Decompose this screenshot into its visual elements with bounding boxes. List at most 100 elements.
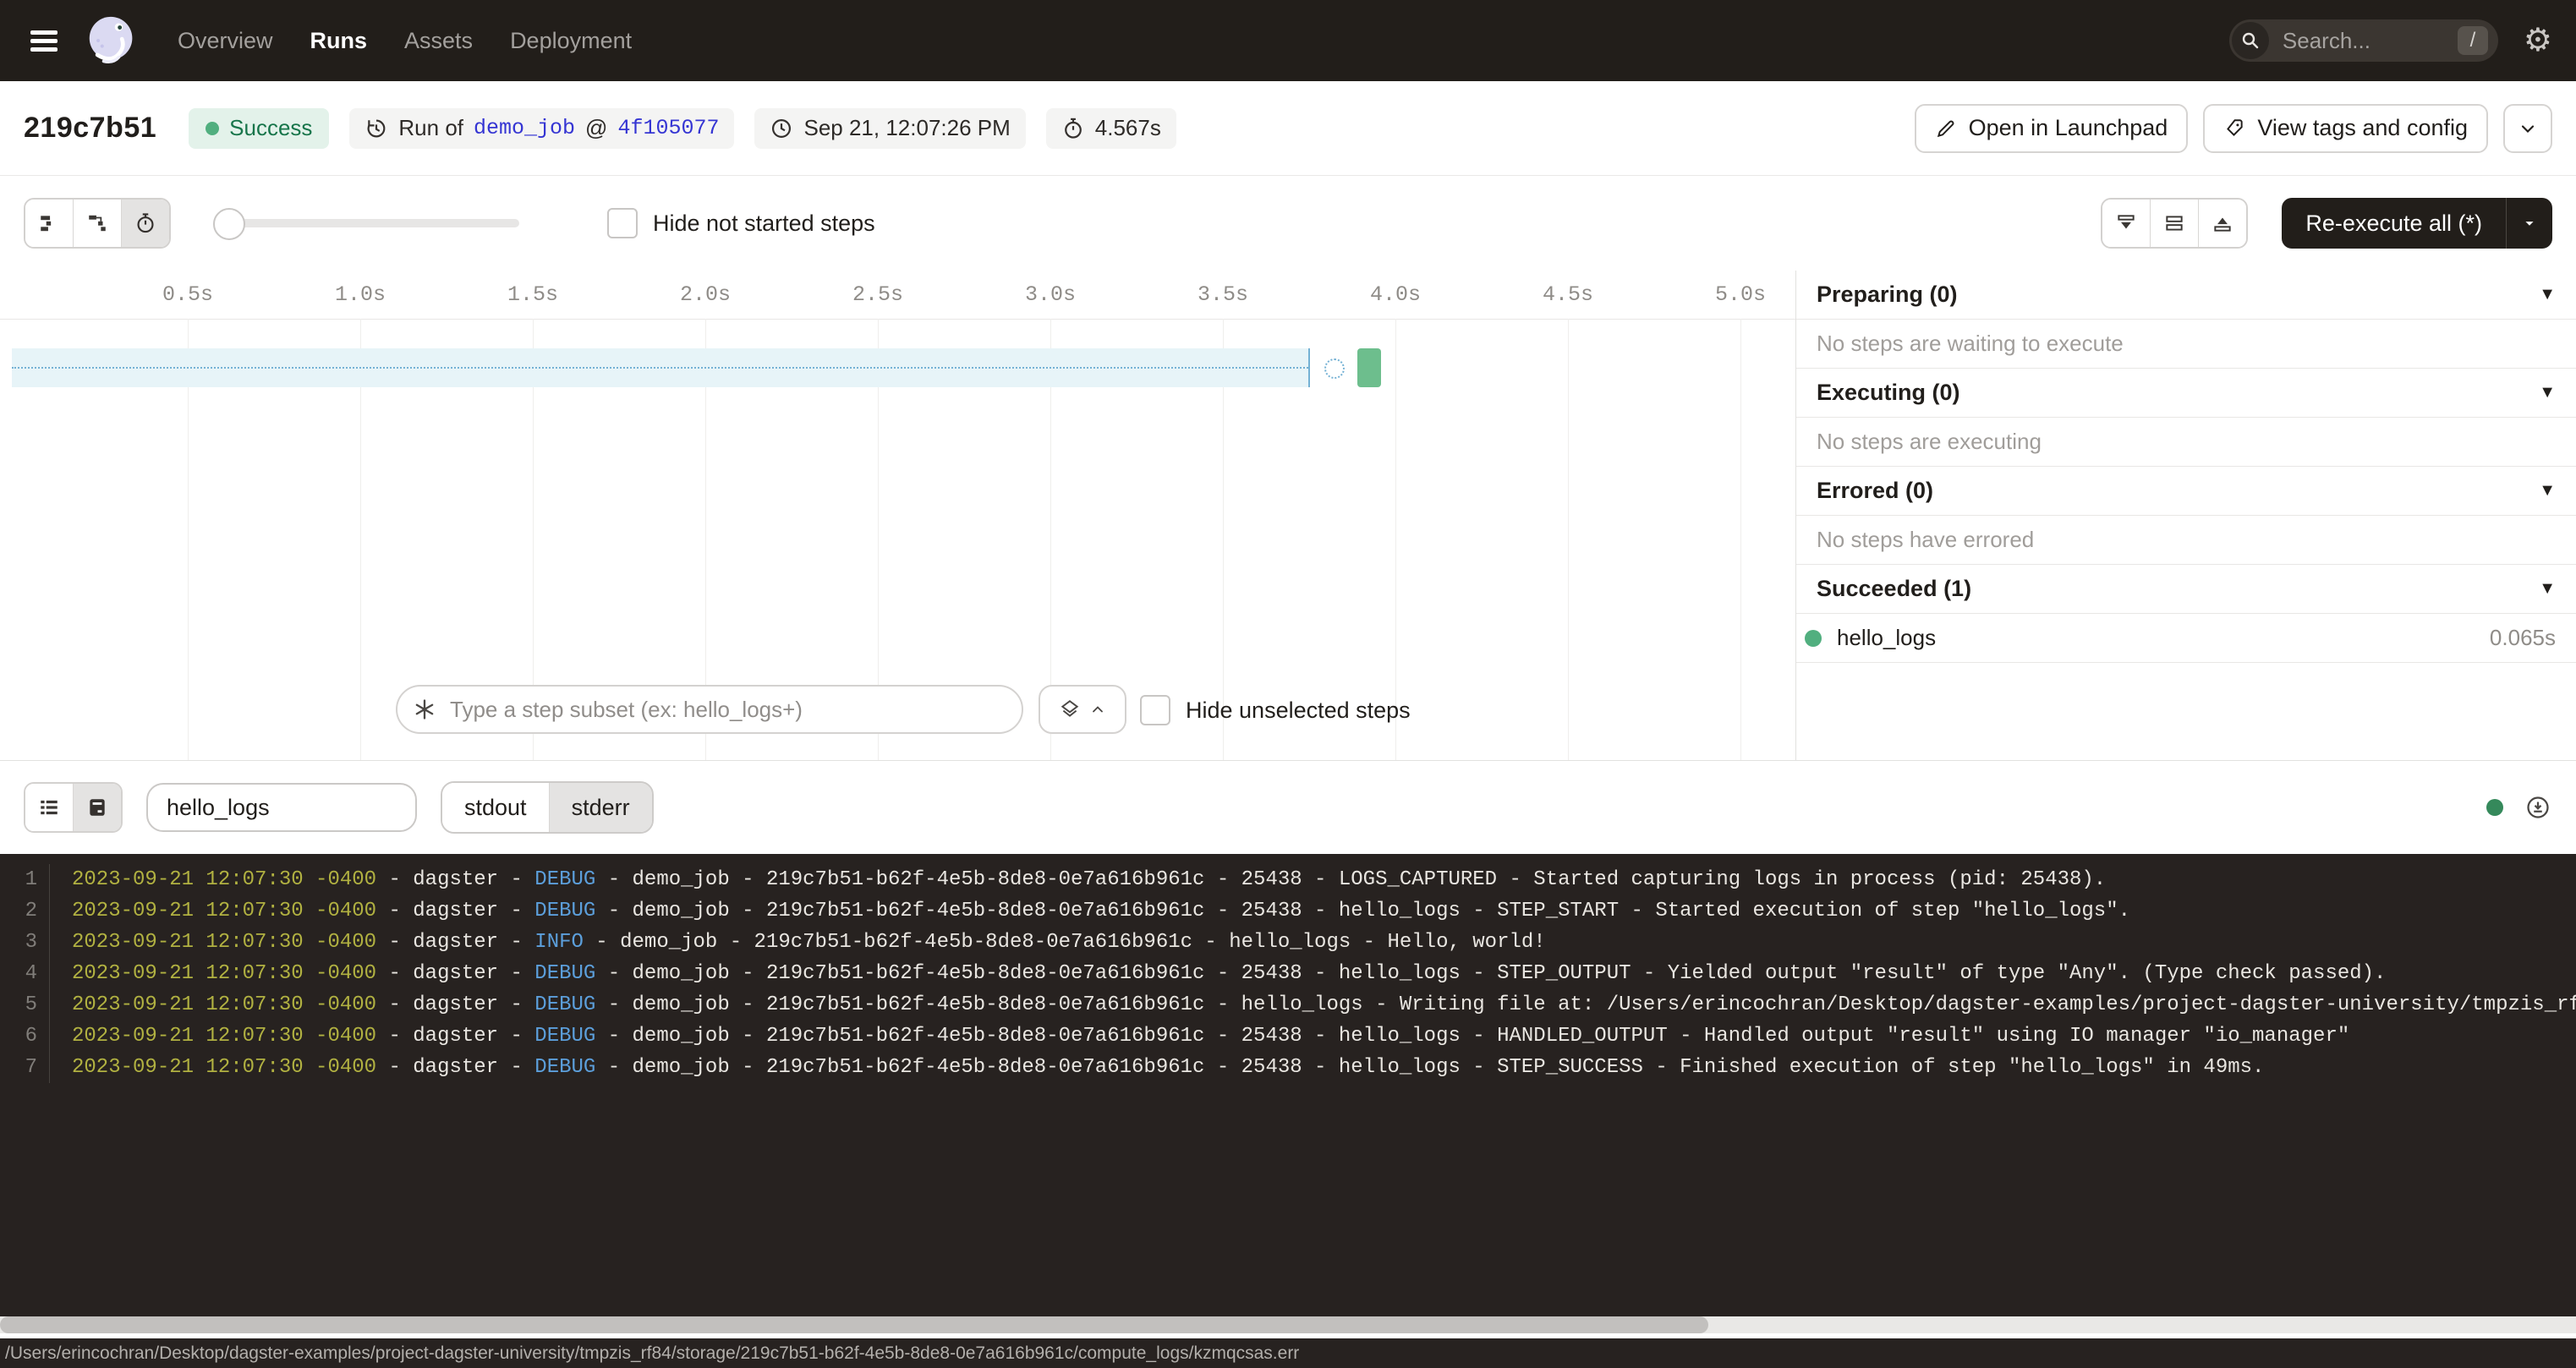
step-selector-button[interactable] bbox=[1039, 685, 1126, 734]
log-step-filter-input[interactable] bbox=[146, 783, 417, 832]
panel-position-top-button[interactable] bbox=[2198, 200, 2246, 247]
reexecute-all-button[interactable]: Re-execute all (*) bbox=[2282, 198, 2506, 249]
menu-button[interactable] bbox=[24, 24, 64, 57]
gantt-waiting-band bbox=[12, 348, 1310, 387]
step-success-dot-icon bbox=[1805, 630, 1822, 647]
log-line: 32023-09-21 12:07:30 -0400 - dagster - I… bbox=[0, 927, 2576, 958]
panel-section-title: Succeeded (1) bbox=[1817, 576, 2539, 602]
log-level: DEBUG bbox=[534, 962, 595, 985]
axis-tick-5.0s: 5.0s bbox=[1715, 282, 1766, 307]
panel-empty-text: No steps are executing bbox=[1817, 429, 2042, 455]
log-timestamp: 2023-09-21 12:07:30 -0400 bbox=[72, 1056, 376, 1079]
log-tab-stdout[interactable]: stdout bbox=[442, 783, 549, 832]
step-filter-row: Hide unselected steps bbox=[0, 685, 1795, 734]
collapse-caret-icon[interactable]: ▼ bbox=[2539, 285, 2556, 304]
zoom-slider-knob[interactable] bbox=[213, 208, 245, 240]
log-tab-stderr[interactable]: stderr bbox=[549, 783, 652, 832]
hide-not-started-checkbox[interactable] bbox=[607, 208, 638, 238]
axis-tick-0.5s: 0.5s bbox=[162, 282, 213, 307]
download-log-button[interactable] bbox=[2525, 795, 2551, 820]
log-line: 12023-09-21 12:07:30 -0400 - dagster - D… bbox=[0, 864, 2576, 895]
panel-position-group bbox=[2101, 198, 2248, 249]
hide-unselected-label: Hide unselected steps bbox=[1186, 698, 1411, 724]
panel-position-split-button[interactable] bbox=[2150, 200, 2198, 247]
log-line: 62023-09-21 12:07:30 -0400 - dagster - D… bbox=[0, 1021, 2576, 1052]
hamburger-icon bbox=[29, 29, 59, 52]
layers-icon bbox=[1059, 698, 1081, 720]
zoom-slider[interactable] bbox=[215, 219, 519, 227]
collapse-caret-icon[interactable]: ▼ bbox=[2539, 481, 2556, 501]
collapse-caret-icon[interactable]: ▼ bbox=[2539, 579, 2556, 599]
list-icon bbox=[38, 796, 60, 818]
log-line-number: 7 bbox=[0, 1052, 50, 1083]
run-id-title: 219c7b51 bbox=[24, 112, 156, 145]
panel-step-row[interactable]: hello_logs0.065s bbox=[1796, 614, 2576, 663]
hide-unselected-checkbox-row[interactable]: Hide unselected steps bbox=[1140, 695, 1411, 725]
nav-item-runs[interactable]: Runs bbox=[310, 28, 368, 54]
panel-empty-row: No steps have errored bbox=[1796, 516, 2576, 565]
job-link[interactable]: demo_job bbox=[474, 116, 575, 140]
clock-icon bbox=[770, 117, 793, 140]
gantt-toolbar: Hide not started steps Re-execute all (*… bbox=[0, 176, 2576, 271]
axis-tick-3.5s: 3.5s bbox=[1198, 282, 1248, 307]
log-timestamp: 2023-09-21 12:07:30 -0400 bbox=[72, 962, 376, 985]
dagster-logo-icon[interactable] bbox=[86, 15, 137, 66]
start-time: Sep 21, 12:07:26 PM bbox=[803, 115, 1010, 141]
axis-tick-1.5s: 1.5s bbox=[507, 282, 558, 307]
gear-icon[interactable]: ⚙ bbox=[2524, 25, 2552, 57]
log-level: DEBUG bbox=[534, 1025, 595, 1048]
log-line: 72023-09-21 12:07:30 -0400 - dagster - D… bbox=[0, 1052, 2576, 1083]
nav-item-overview[interactable]: Overview bbox=[178, 28, 273, 54]
log-line: 52023-09-21 12:07:30 -0400 - dagster - D… bbox=[0, 989, 2576, 1021]
chevron-down-icon bbox=[2518, 118, 2538, 139]
horizontal-scrollbar-thumb[interactable] bbox=[0, 1316, 1708, 1333]
panel-bottom-icon bbox=[2115, 212, 2137, 234]
view-tags-config-button[interactable]: View tags and config bbox=[2203, 104, 2488, 153]
step-duration: 0.065s bbox=[2490, 625, 2556, 651]
hide-unselected-checkbox[interactable] bbox=[1140, 695, 1170, 725]
pencil-icon bbox=[1935, 118, 1957, 140]
log-level: DEBUG bbox=[534, 1056, 595, 1079]
duration-value: 4.567s bbox=[1095, 115, 1161, 141]
gantt-mode-flat-button[interactable] bbox=[25, 200, 73, 247]
run-header: 219c7b51 Success Run of demo_job @ 4f105… bbox=[0, 81, 2576, 176]
log-view-structured-button[interactable] bbox=[25, 784, 73, 831]
run-actions-chevron-button[interactable] bbox=[2503, 104, 2552, 153]
gantt-mode-waterfall-button[interactable] bbox=[73, 200, 121, 247]
snapshot-link[interactable]: 4f105077 bbox=[617, 116, 719, 140]
nav-item-assets[interactable]: Assets bbox=[404, 28, 473, 54]
op-selector-icon bbox=[413, 698, 436, 721]
gantt-step-bar-hello-logs[interactable] bbox=[1357, 348, 1381, 387]
step-name: hello_logs bbox=[1837, 625, 2490, 651]
open-in-launchpad-button[interactable]: Open in Launchpad bbox=[1915, 104, 2189, 153]
status-dot-icon bbox=[206, 122, 219, 135]
hide-not-started-label: Hide not started steps bbox=[653, 211, 875, 237]
log-timestamp: 2023-09-21 12:07:30 -0400 bbox=[72, 1025, 376, 1048]
nav-item-deployment[interactable]: Deployment bbox=[510, 28, 632, 54]
status-badge: Success bbox=[189, 108, 329, 149]
collapse-caret-icon[interactable]: ▼ bbox=[2539, 383, 2556, 402]
gantt-start-marker bbox=[1324, 358, 1345, 379]
panel-section-header: Errored (0)▼ bbox=[1796, 467, 2576, 516]
search-input[interactable]: Search... / bbox=[2229, 19, 2498, 62]
panel-empty-text: No steps have errored bbox=[1817, 527, 2034, 553]
step-subset-input[interactable] bbox=[448, 696, 1013, 724]
tag-icon bbox=[2223, 118, 2245, 140]
axis-tick-1.0s: 1.0s bbox=[335, 282, 386, 307]
chevron-down-icon bbox=[2520, 214, 2539, 233]
axis-tick-4.5s: 4.5s bbox=[1543, 282, 1593, 307]
stopwatch-icon bbox=[1061, 117, 1085, 140]
log-stream-tabs: stdoutstderr bbox=[441, 781, 654, 834]
step-subset-inputbox[interactable] bbox=[396, 685, 1023, 734]
gantt-mode-group bbox=[24, 198, 171, 249]
hide-not-started-checkbox-row[interactable]: Hide not started steps bbox=[607, 208, 875, 238]
header-buttons: Open in Launchpad View tags and config bbox=[1915, 104, 2552, 153]
reexecute-dropdown-button[interactable] bbox=[2507, 198, 2552, 249]
gantt-mode-duration-button[interactable] bbox=[121, 200, 169, 247]
panel-top-icon bbox=[2212, 212, 2233, 234]
log-path-bar: /Users/erincochran/Desktop/dagster-examp… bbox=[0, 1338, 2576, 1368]
log-line-text: 2023-09-21 12:07:30 -0400 - dagster - IN… bbox=[72, 931, 1546, 954]
panel-position-bottom-button[interactable] bbox=[2102, 200, 2150, 247]
log-view-raw-button[interactable] bbox=[73, 784, 121, 831]
run-of-prefix: Run of bbox=[398, 115, 463, 141]
